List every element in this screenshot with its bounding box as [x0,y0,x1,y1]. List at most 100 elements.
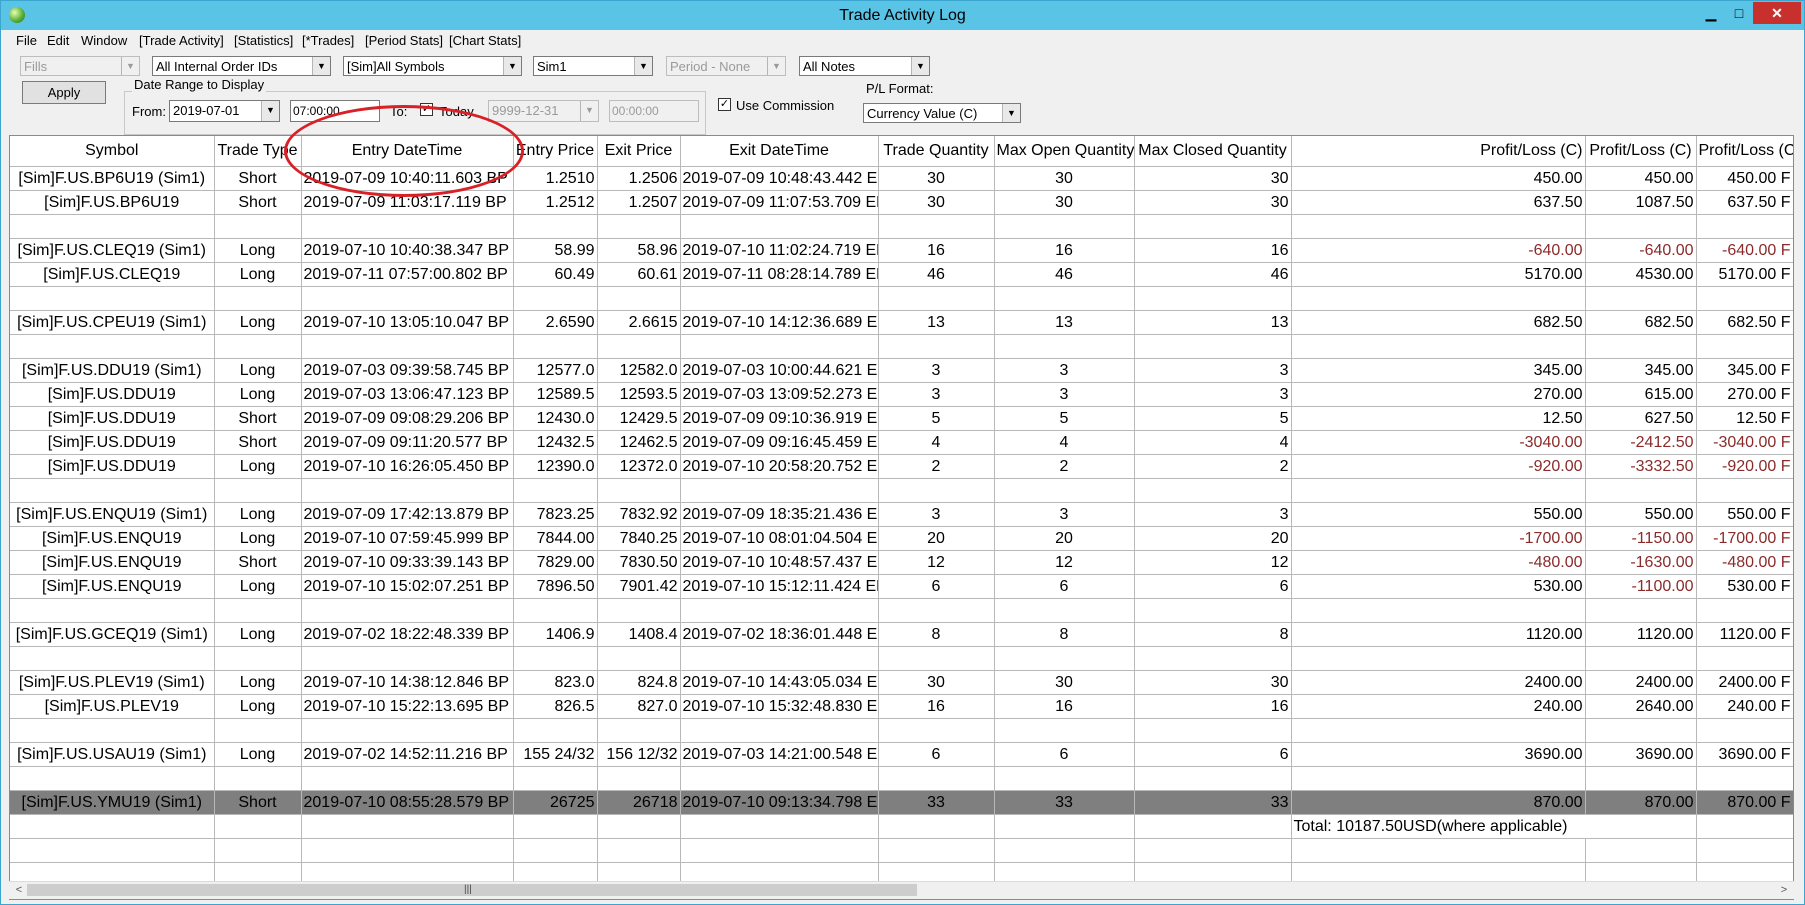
total-label: Total: 10187.50USD(where applicable) [1291,814,1697,839]
table-row[interactable]: [Sim]F.US.CLEQ19 (Sim1) Long 2019-07-10 10… [10,238,1793,263]
table-row[interactable]: [Sim]F.US.DDU19 Short 2019-07-09 09:08:29.… [10,406,1793,431]
entry-datetime-cell: 2019-07-10 10:40:38.347 BP [301,238,514,263]
table-row[interactable]: [Sim]F.US.ENQU19 (Sim1) Long 2019-07-09 17… [10,502,1793,527]
fills-value: Fills [24,59,48,74]
title-bar[interactable]: Trade Activity Log ▁ □ ✕ [1,1,1804,30]
menu-period-stats[interactable]: [Period Stats] [365,33,443,48]
col-entry-price[interactable]: Entry Price [513,136,598,167]
table-row[interactable]: [Sim]F.US.GCEQ19 (Sim1) Long 2019-07-02 18… [10,622,1793,647]
table-row-blank[interactable] [10,214,1793,239]
table-row-blank[interactable] [10,646,1793,671]
table-row[interactable]: [Sim]F.US.PLEV19 Long 2019-07-10 15:22:13.… [10,694,1793,719]
table-row[interactable]: [Sim]F.US.DDU19 Long 2019-07-03 13:06:47.1… [10,382,1793,407]
entry-datetime-cell: 2019-07-10 15:22:13.695 BP [301,694,514,719]
total-row-cell [680,814,879,839]
col-trade-quantity[interactable]: Trade Quantity [878,136,995,167]
trade-quantity-cell: 46 [878,262,995,287]
col-profit-loss[interactable]: Profit/Loss (C) [1291,136,1586,167]
scroll-grip-icon: ||| [464,884,472,895]
profit-loss-3-cell: 12.50 F [1696,406,1793,431]
table-row-blank[interactable] [10,286,1793,311]
col-entry-datetime[interactable]: Entry DateTime [301,136,514,167]
fills-dropdown: Fills ▼ [20,56,140,76]
table-row[interactable]: [Sim]F.US.CLEQ19 Long 2019-07-11 07:57:00.… [10,262,1793,287]
order-ids-dropdown[interactable]: All Internal Order IDs ▼ [152,56,331,76]
col-profit-loss-3[interactable]: Profit/Loss (C) [1696,136,1793,167]
menu-trade-activity[interactable]: [Trade Activity] [139,33,224,48]
col-max-open-quantity[interactable]: Max Open Quantity [994,136,1135,167]
table-row-blank[interactable] [10,478,1793,503]
table-row-blank[interactable] [10,598,1793,623]
max-open-quantity-cell: 30 [994,166,1135,191]
maximize-button[interactable]: □ [1725,2,1753,24]
minimize-button[interactable]: ▁ [1697,2,1725,24]
close-button[interactable]: ✕ [1753,2,1801,24]
col-trade-type[interactable]: Trade Type [214,136,302,167]
trade-type-cell [214,766,302,791]
menu-chart-stats[interactable]: [Chart Stats] [449,33,521,48]
profit-loss-cell [1291,334,1586,359]
table-row[interactable]: [Sim]F.US.DDU19 (Sim1) Long 2019-07-03 09:… [10,358,1793,383]
menu-edit[interactable]: Edit [47,33,69,48]
scroll-left-icon[interactable]: < [11,882,27,899]
table-row[interactable]: [Sim]F.US.DDU19 Short 2019-07-09 09:11:20.… [10,430,1793,455]
col-max-closed-quantity[interactable]: Max Closed Quantity [1134,136,1292,167]
table-row[interactable]: [Sim]F.US.ENQU19 Short 2019-07-10 09:33:39… [10,550,1793,575]
menu-trades[interactable]: [*Trades] [302,33,354,48]
table-row-blank[interactable] [10,334,1793,359]
menu-file[interactable]: File [16,33,37,48]
total-row: Total: 10187.50USD(where applicable) [10,814,1793,839]
table-row[interactable]: [Sim]F.US.DDU19 Long 2019-07-10 16:26:05.4… [10,454,1793,479]
profit-loss-3-cell: -480.00 F [1696,550,1793,575]
menu-window[interactable]: Window [81,33,127,48]
table-row-blank[interactable] [10,766,1793,791]
apply-button[interactable]: Apply [22,81,106,104]
account-dropdown[interactable]: Sim1 ▼ [533,56,653,76]
table-row[interactable]: [Sim]F.US.ENQU19 Long 2019-07-10 15:02:07.… [10,574,1793,599]
table-row[interactable]: [Sim]F.US.PLEV19 (Sim1) Long 2019-07-10 14… [10,670,1793,695]
from-time-field[interactable]: 07:00:00 [290,100,380,122]
max-closed-quantity-cell: 8 [1134,622,1292,647]
max-closed-quantity-cell: 13 [1134,310,1292,335]
table-row-blank[interactable] [10,718,1793,743]
exit-price-cell: 12462.5 [597,430,681,455]
use-commission-checkbox[interactable]: ✓ [718,98,731,111]
col-exit-price[interactable]: Exit Price [597,136,681,167]
scroll-right-icon[interactable]: > [1776,882,1792,899]
trade-type-cell: Long [214,502,302,527]
table-row[interactable]: [Sim]F.US.ENQU19 Long 2019-07-10 07:59:45.… [10,526,1793,551]
table-row[interactable]: [Sim]F.US.BP6U19 Short 2019-07-09 11:03:17… [10,190,1793,215]
trade-table[interactable]: Symbol Trade Type Entry DateTime Entry P… [9,135,1794,900]
max-closed-quantity-cell: 30 [1134,190,1292,215]
trade-type-cell [214,214,302,239]
symbol-cell: [Sim]F.US.ENQU19 (Sim1) [10,502,215,527]
symbols-dropdown[interactable]: [Sim]All Symbols ▼ [343,56,522,76]
exit-price-cell: 824.8 [597,670,681,695]
exit-price-cell [597,766,681,791]
exit-price-cell: 12582.0 [597,358,681,383]
chevron-down-icon: ▼ [767,57,785,75]
from-date-picker[interactable]: 2019-07-01 ▼ [169,100,280,122]
max-closed-quantity-cell: 30 [1134,166,1292,191]
table-row[interactable]: [Sim]F.US.CPEU19 (Sim1) Long 2019-07-10 13… [10,310,1793,335]
col-profit-loss-cumulative[interactable]: Profit/Loss (C) [1585,136,1697,167]
col-symbol[interactable]: Symbol [10,136,215,167]
profit-loss-3-cell [1696,214,1793,239]
pl-format-dropdown[interactable]: Currency Value (C) ▼ [863,103,1021,123]
pl-format-label: P/L Format: [866,81,934,96]
menu-statistics[interactable]: [Statistics] [234,33,293,48]
notes-dropdown[interactable]: All Notes ▼ [799,56,930,76]
table-row[interactable]: [Sim]F.US.USAU19 (Sim1) Long 2019-07-02 14… [10,742,1793,767]
entry-price-cell: 12577.0 [513,358,598,383]
horizontal-scrollbar[interactable]: < ||| > [9,881,1794,899]
table-row[interactable]: [Sim]F.US.YMU19 (Sim1) Short 2019-07-10 08… [10,790,1793,815]
col-exit-datetime[interactable]: Exit DateTime [680,136,879,167]
exit-datetime-cell [680,766,879,791]
exit-datetime-cell: 2019-07-10 15:12:11.424 EP [680,574,879,599]
table-row[interactable]: [Sim]F.US.BP6U19 (Sim1) Short 2019-07-09 1… [10,166,1793,191]
max-closed-quantity-cell: 46 [1134,262,1292,287]
today-checkbox[interactable]: ✓ [420,103,433,116]
exit-datetime-cell [680,334,879,359]
scroll-thumb[interactable] [27,884,917,896]
trade-type-cell [214,478,302,503]
